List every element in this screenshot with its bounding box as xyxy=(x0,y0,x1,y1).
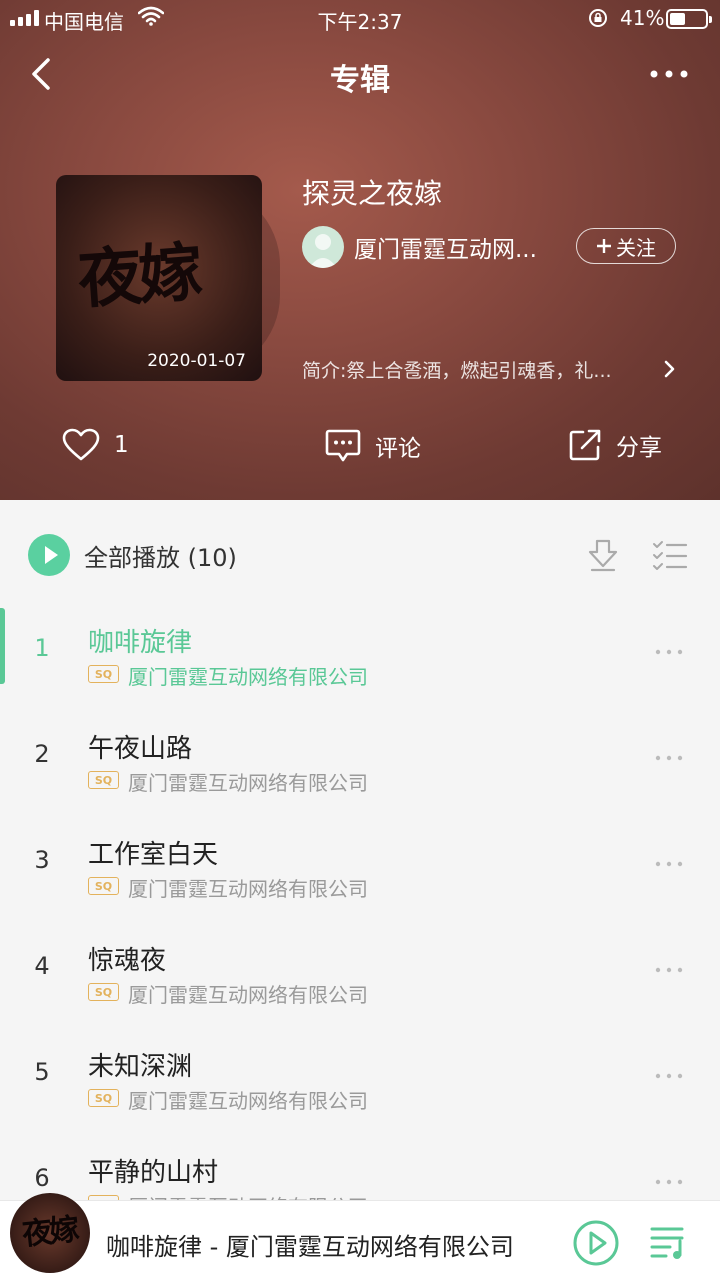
more-icon[interactable] xyxy=(648,64,690,84)
play-all-bar: 全部播放 (10) xyxy=(0,500,720,608)
sq-badge: SQ xyxy=(88,665,119,683)
album-header: 中国电信 下午2:37 41% 专辑 夜嫁 2020-01-07 探灵之夜嫁 厦… xyxy=(0,0,720,500)
mini-player[interactable]: 夜嫁 咖啡旋律 - 厦门雷霆互动网络有限公司 xyxy=(0,1193,720,1280)
battery-percent: 41% xyxy=(620,6,665,30)
album-cover[interactable]: 夜嫁 2020-01-07 xyxy=(56,175,262,381)
avatar-person-icon xyxy=(309,234,337,268)
status-bar: 中国电信 下午2:37 41% xyxy=(0,0,720,40)
artist-avatar[interactable] xyxy=(302,226,344,268)
rotation-lock-icon xyxy=(589,9,607,27)
follow-button[interactable]: 关注 xyxy=(576,228,676,264)
track-more-icon[interactable] xyxy=(654,648,684,656)
track-artist: 厦门雷霆互动网络有限公司 xyxy=(128,771,368,795)
disc-cover-text: 夜嫁 xyxy=(20,1212,79,1253)
comment-button[interactable]: 评论 xyxy=(325,428,421,464)
plus-icon xyxy=(597,239,611,253)
share-button[interactable]: 分享 xyxy=(568,428,662,462)
track-more-icon[interactable] xyxy=(654,966,684,974)
track-row[interactable]: 5 未知深渊 SQ 厦门雷霆互动网络有限公司 xyxy=(0,1032,720,1138)
track-artist: 厦门雷霆互动网络有限公司 xyxy=(128,983,368,1007)
battery-icon xyxy=(666,9,712,29)
play-all-label[interactable]: 全部播放 (10) xyxy=(84,538,237,573)
track-list: 全部播放 (10) 1 咖啡旋律 SQ 厦门雷霆互动网络有限公司 2 午夜山路 … xyxy=(0,500,720,1200)
comment-label: 评论 xyxy=(375,436,421,462)
track-artist: 厦门雷霆互动网络有限公司 xyxy=(128,665,368,689)
play-icon xyxy=(45,546,58,564)
now-playing-disc[interactable]: 夜嫁 xyxy=(10,1193,90,1273)
play-all-button[interactable] xyxy=(28,534,70,576)
track-artist: 厦门雷霆互动网络有限公司 xyxy=(128,877,368,901)
play-icon[interactable] xyxy=(572,1219,620,1267)
multi-select-icon[interactable] xyxy=(652,540,688,570)
sq-badge: SQ xyxy=(88,771,119,789)
download-icon[interactable] xyxy=(588,538,618,572)
artist-name[interactable]: 厦门雷霆互动网... xyxy=(354,230,559,264)
track-more-icon[interactable] xyxy=(654,1178,684,1186)
track-more-icon[interactable] xyxy=(654,1072,684,1080)
track-number: 6 xyxy=(34,1164,50,1192)
track-number: 2 xyxy=(34,740,50,768)
track-title: 平静的山村 xyxy=(88,1158,219,1188)
cover-art-text: 夜嫁 xyxy=(75,234,201,319)
track-row[interactable]: 3 工作室白天 SQ 厦门雷霆互动网络有限公司 xyxy=(0,820,720,926)
track-title: 午夜山路 xyxy=(88,734,193,764)
track-row[interactable]: 1 咖啡旋律 SQ 厦门雷霆互动网络有限公司 xyxy=(0,608,720,714)
playlist-queue-icon[interactable] xyxy=(650,1225,690,1261)
track-number: 3 xyxy=(34,846,50,874)
track-more-icon[interactable] xyxy=(654,860,684,868)
comment-icon xyxy=(325,429,361,462)
track-artist: 厦门雷霆互动网络有限公司 xyxy=(128,1089,368,1113)
track-title: 咖啡旋律 xyxy=(88,628,193,658)
track-more-icon[interactable] xyxy=(654,754,684,762)
release-date: 2020-01-07 xyxy=(147,351,246,371)
sq-badge: SQ xyxy=(88,877,119,895)
like-button[interactable]: 1 xyxy=(62,428,129,462)
track-number: 5 xyxy=(34,1058,50,1086)
heart-icon xyxy=(62,428,100,461)
sq-badge: SQ xyxy=(88,983,119,1001)
follow-label: 关注 xyxy=(616,235,656,260)
track-row[interactable]: 6 平静的山村 SQ 厦门雷霆互动网络有限公司 xyxy=(0,1138,720,1200)
track-row[interactable]: 4 惊魂夜 SQ 厦门雷霆互动网络有限公司 xyxy=(0,926,720,1032)
album-intro[interactable]: 简介:祭上合卺酒，燃起引魂香，礼... xyxy=(302,356,652,383)
clock: 下午2:37 xyxy=(317,10,403,34)
chevron-right-icon[interactable] xyxy=(662,358,678,380)
track-artist: 厦门雷霆互动网络有限公司 xyxy=(128,1191,368,1200)
track-number: 1 xyxy=(34,634,50,662)
now-playing-title[interactable]: 咖啡旋律 - 厦门雷霆互动网络有限公司 xyxy=(106,1227,514,1262)
sq-badge: SQ xyxy=(88,1089,119,1107)
track-number: 4 xyxy=(34,952,50,980)
track-title: 惊魂夜 xyxy=(88,946,167,976)
track-title: 未知深渊 xyxy=(88,1052,193,1082)
track-row[interactable]: 2 午夜山路 SQ 厦门雷霆互动网络有限公司 xyxy=(0,714,720,820)
share-icon xyxy=(569,429,601,461)
share-label: 分享 xyxy=(616,435,662,461)
track-title: 工作室白天 xyxy=(88,840,219,870)
page-title: 专辑 xyxy=(330,63,390,98)
album-title: 探灵之夜嫁 xyxy=(302,177,443,210)
like-count: 1 xyxy=(114,432,129,458)
